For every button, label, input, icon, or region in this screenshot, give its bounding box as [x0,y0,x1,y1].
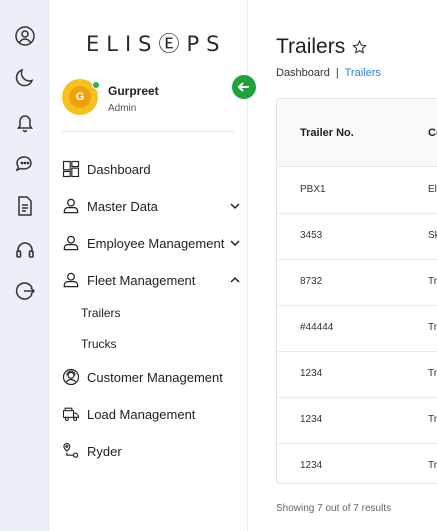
chat-icon[interactable] [13,151,37,175]
cell-trailer-no: PBX1 [300,184,326,195]
table-row[interactable]: 1234 Tra [277,352,437,398]
column-header-company[interactable]: Co [428,127,437,139]
user-icon [60,195,82,217]
table-row[interactable]: PBX1 Ell [277,168,437,214]
sidebar-item-load-management[interactable]: Load Management [60,402,245,426]
table-row[interactable]: 3453 Sk [277,214,437,260]
user-name: Gurpreet [108,84,159,98]
sidebar-item-label: Employee Management [87,235,225,251]
arrow-left-icon [236,79,252,95]
results-count: Showing 7 out of 7 results [276,503,392,514]
sidebar-item-label: Fleet Management [87,272,196,288]
table-row[interactable]: 1234 Tra [277,398,437,444]
sidebar-item-label: Dashboard [87,161,151,177]
headset-icon[interactable] [13,238,37,262]
chevron-down-icon[interactable] [229,200,241,212]
cell-trailer-no: 1234 [300,460,323,471]
column-header-trailer-no[interactable]: Trailer No. [300,127,354,139]
logout-icon[interactable] [13,279,37,303]
page-title-row: Trailers [276,35,368,59]
cell-company: Tra [428,276,437,287]
sidebar-item-label: Master Data [87,198,158,214]
bell-icon[interactable] [13,110,37,134]
breadcrumb-current[interactable]: Trailers [345,67,381,79]
star-icon[interactable] [351,39,368,56]
cell-trailer-no: #44444 [300,322,334,333]
user-icon [60,269,82,291]
trailers-table: Trailer No. Co PBX1 Ell 3453 Sk 8732 Tra… [276,98,437,484]
sidebar-item-dashboard[interactable]: Dashboard [60,157,245,181]
cell-trailer-no: 1234 [300,414,323,425]
icon-rail [0,0,50,531]
collapse-sidebar-button[interactable] [232,75,256,99]
cell-company: Tra [428,460,437,471]
sidebar-item-ryder[interactable]: Ryder [60,439,245,463]
cell-company: Tra [428,414,437,425]
moon-icon[interactable] [13,65,37,89]
sidebar-item-customer-management[interactable]: Customer Management [60,365,245,389]
online-status-dot [92,81,100,89]
sidebar-item-label: Customer Management [87,369,223,385]
cell-company: Tra [428,322,437,333]
user-circle-icon[interactable] [13,24,37,48]
sidebar-subitem-trailers[interactable]: Trailers [81,306,121,320]
table-row[interactable]: 1234 Tra [277,444,437,483]
sidebar-item-fleet-management[interactable]: Fleet Management [60,268,245,292]
truck-icon [60,403,82,425]
cell-company: Sk [428,230,437,241]
sidebar-item-label: Ryder [87,443,122,459]
customer-service-icon [60,366,82,388]
app-logo: ELISⒺPS [86,32,227,56]
route-icon [60,440,82,462]
breadcrumb-separator: | [335,67,339,79]
sidebar-item-label: Load Management [87,406,196,422]
breadcrumb: Dashboard | Trailers [276,67,381,79]
chevron-down-icon[interactable] [229,237,241,249]
sidebar: ELISⒺPS G Gurpreet Admin Dashboard Maste… [50,0,248,531]
table-row[interactable]: 8732 Tra [277,260,437,306]
sidebar-item-employee-management[interactable]: Employee Management [60,231,245,255]
cell-trailer-no: 8732 [300,276,323,287]
cell-trailer-no: 3453 [300,230,323,241]
user-role: Admin [108,103,137,114]
table-header: Trailer No. Co [277,99,437,167]
sidebar-item-master-data[interactable]: Master Data [60,194,245,218]
avatar-initial: G [69,86,91,108]
page-title: Trailers [276,35,346,58]
table-row[interactable]: #44444 Tra [277,306,437,352]
dashboard-icon [60,158,82,180]
user-icon [60,232,82,254]
sidebar-subitem-trucks[interactable]: Trucks [81,337,117,351]
cell-company: Tra [428,368,437,379]
document-icon[interactable] [13,194,37,218]
sidebar-divider [62,131,234,132]
breadcrumb-dashboard[interactable]: Dashboard [276,67,330,79]
cell-trailer-no: 1234 [300,368,323,379]
cell-company: Ell [428,184,437,195]
chevron-up-icon[interactable] [229,274,241,286]
